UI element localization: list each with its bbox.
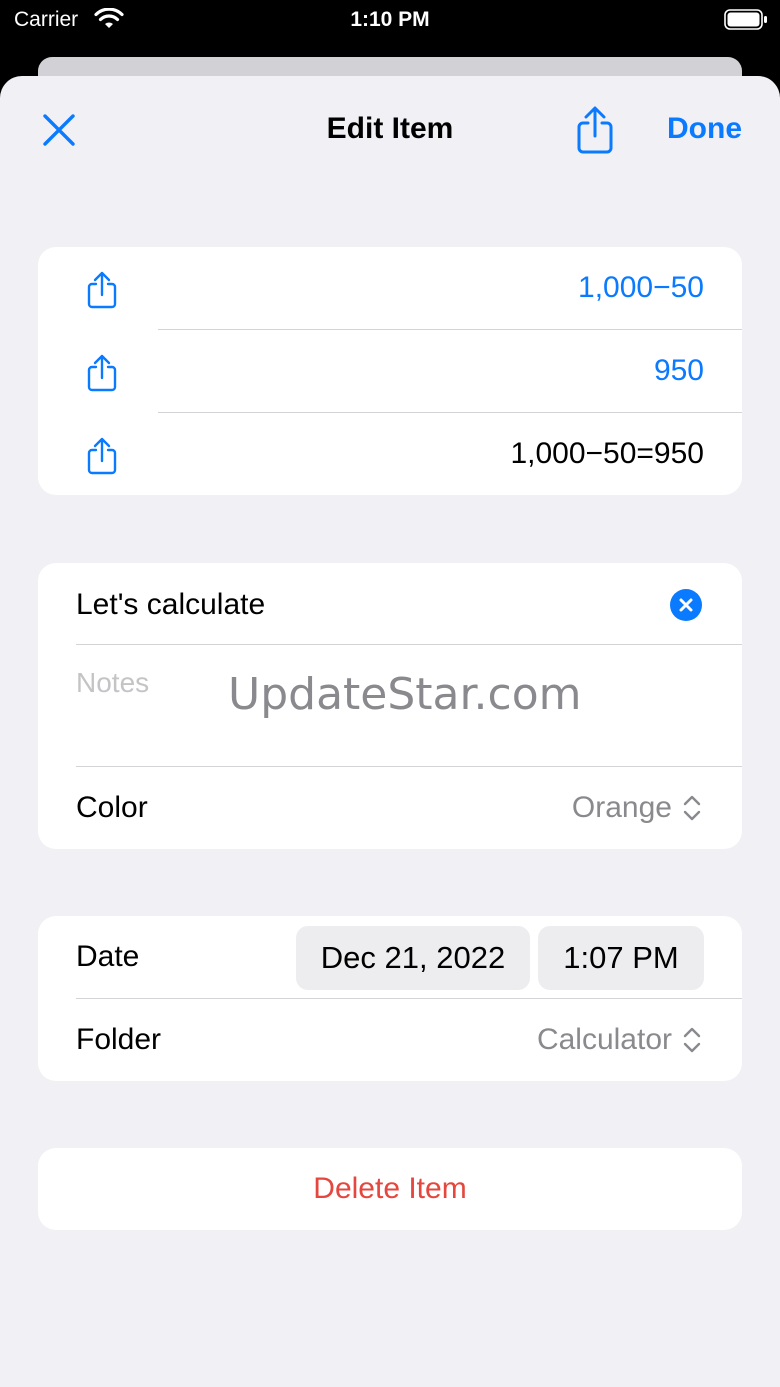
folder-picker[interactable]: Calculator bbox=[537, 1023, 702, 1057]
date-picker-button[interactable]: Dec 21, 2022 bbox=[296, 926, 530, 990]
divider bbox=[76, 644, 742, 645]
battery-icon bbox=[724, 9, 767, 30]
result-row-answer[interactable]: 950 bbox=[38, 330, 742, 413]
delete-card: Delete Item bbox=[38, 1148, 742, 1230]
results-card: 1,000−50 950 1,000−50=950 bbox=[38, 247, 742, 495]
close-icon[interactable] bbox=[40, 111, 78, 149]
color-picker[interactable]: Orange bbox=[572, 791, 702, 825]
clear-text-button[interactable] bbox=[670, 589, 702, 621]
navigation-bar: Edit Item Done bbox=[0, 76, 780, 186]
chevron-up-down-icon bbox=[683, 795, 701, 821]
share-icon[interactable] bbox=[575, 106, 615, 154]
result-answer: 950 bbox=[653, 354, 704, 387]
color-label: Color bbox=[76, 791, 148, 824]
result-row-expression[interactable]: 1,000−50 bbox=[38, 247, 742, 330]
notes-field[interactable] bbox=[76, 667, 696, 767]
folder-value: Calculator bbox=[536, 1023, 672, 1056]
title-field[interactable] bbox=[76, 583, 656, 627]
folder-label: Folder bbox=[76, 1023, 162, 1056]
share-icon[interactable] bbox=[86, 437, 118, 475]
folder-row[interactable]: Folder Calculator bbox=[38, 999, 742, 1081]
share-icon[interactable] bbox=[86, 354, 118, 392]
share-icon[interactable] bbox=[86, 271, 118, 309]
delete-item-button[interactable]: Delete Item bbox=[38, 1148, 742, 1230]
clear-icon bbox=[679, 598, 693, 612]
clock-time: 1:10 PM bbox=[350, 8, 430, 31]
edit-item-sheet: Edit Item Done 1,000−50 950 1,000−50=950… bbox=[0, 76, 780, 1387]
page-title: Edit Item bbox=[326, 112, 454, 145]
status-bar: Carrier 1:10 PM bbox=[0, 0, 780, 56]
color-row[interactable]: Color Orange bbox=[38, 767, 742, 849]
time-picker-button[interactable]: 1:07 PM bbox=[538, 926, 704, 990]
date-row: Date Dec 21, 2022 1:07 PM bbox=[38, 916, 742, 999]
schedule-card: Date Dec 21, 2022 1:07 PM Folder Calcula… bbox=[38, 916, 742, 1081]
date-label: Date bbox=[76, 940, 140, 973]
color-value: Orange bbox=[571, 791, 672, 824]
details-card: UpdateStar.com Color Orange bbox=[38, 563, 742, 849]
result-row-full[interactable]: 1,000−50=950 bbox=[38, 413, 742, 495]
done-button[interactable]: Done bbox=[667, 112, 742, 146]
result-expression: 1,000−50 bbox=[578, 271, 704, 304]
result-full-equation: 1,000−50=950 bbox=[510, 437, 704, 470]
chevron-up-down-icon bbox=[683, 1027, 701, 1053]
